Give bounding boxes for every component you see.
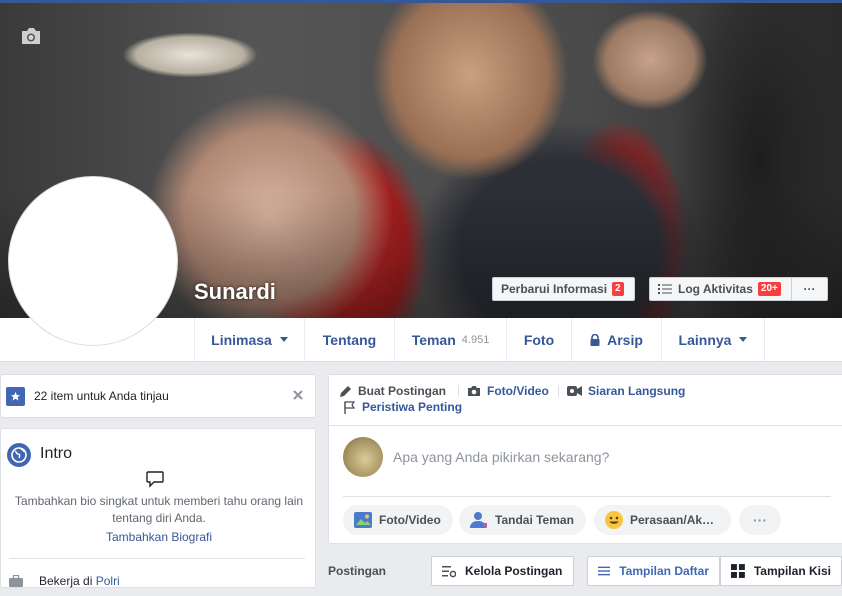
photo-video-tab-label: Foto/Video [487,384,549,398]
profile-avatar[interactable] [8,176,178,346]
tab-more-label: Lainnya [678,331,732,348]
star-icon [6,386,25,406]
tab-archive[interactable]: Arsip [571,318,661,361]
briefcase-icon [9,575,23,587]
divider [343,496,831,497]
tag-friends-label: Tandai Teman [495,513,574,527]
speech-bubble-icon [146,471,164,488]
create-post-tab[interactable]: Buat Postingan [339,384,446,398]
tab-archive-label: Arsip [607,331,643,348]
grid-view-icon [731,564,745,578]
feeling-activity-button[interactable]: Perasaan/Ak… [594,505,731,535]
life-event-label: Peristiwa Penting [362,400,463,414]
more-options-button[interactable]: ··· [791,277,828,301]
photo-video-label: Foto/Video [379,513,441,527]
life-event-tab[interactable]: Peristiwa Penting [343,400,462,414]
update-info-button[interactable]: Perbarui Informasi 2 [492,277,635,301]
photo-video-tab[interactable]: Foto/Video [467,384,549,398]
image-icon [354,512,372,528]
list-icon [658,284,672,294]
profile-name[interactable]: Sunardi [194,279,276,305]
photo-video-button[interactable]: Foto/Video [343,505,453,535]
activity-log-badge: 20+ [757,282,781,296]
review-items-card[interactable]: 22 item untuk Anda tinjau [0,374,316,418]
manage-posts-label: Kelola Postingan [465,564,563,578]
manage-icon [442,565,456,577]
tab-more[interactable]: Lainnya [661,318,765,361]
lock-icon [590,333,600,346]
tab-friends[interactable]: Teman 4.951 [394,318,506,361]
list-view-button[interactable]: Tampilan Daftar [587,556,720,586]
activity-log-button[interactable]: Log Aktivitas 20+ [649,277,792,301]
posts-section-label: Postingan [328,564,387,578]
more-composer-options-button[interactable]: ··· [739,505,781,535]
tab-about-label: Tentang [322,331,377,348]
tab-timeline-label: Linimasa [211,331,272,348]
user-avatar[interactable] [343,437,383,477]
update-info-label: Perbarui Informasi [501,282,608,296]
flag-icon [344,400,356,414]
chevron-down-icon [739,337,748,342]
list-view-icon [598,566,611,576]
close-icon[interactable] [292,389,304,401]
camera-icon[interactable] [20,27,42,45]
chevron-down-icon [279,337,288,342]
list-view-label: Tampilan Daftar [619,564,709,578]
posts-toolbar: Postingan Kelola Postingan Tampilan Daft… [328,556,842,596]
intro-title: Intro [40,445,73,462]
manage-posts-button[interactable]: Kelola Postingan [431,556,574,586]
tab-photos-label: Foto [523,331,555,348]
review-items-text: 22 item untuk Anda tinjau [34,389,169,403]
work-info: Bekerja di Polri [9,574,120,588]
live-video-label: Siaran Langsung [588,384,686,398]
grid-view-label: Tampilan Kisi [753,564,831,578]
work-place-link[interactable]: Polri [96,574,120,588]
tag-friends-icon [470,512,487,528]
post-composer: Buat Postingan Foto/Video Siaran Langsun… [328,374,842,544]
tab-photos[interactable]: Foto [506,318,571,361]
update-info-badge: 2 [612,282,624,296]
globe-icon [7,443,31,467]
pencil-icon [340,385,351,397]
grid-view-button[interactable]: Tampilan Kisi [720,556,842,586]
divider [9,558,305,559]
camera-icon [468,386,480,396]
tab-timeline[interactable]: Linimasa [194,318,304,361]
status-input[interactable]: Apa yang Anda pikirkan sekarang? [393,449,609,465]
work-prefix: Bekerja di [39,574,93,588]
add-bio-link[interactable]: Tambahkan Biografi [1,530,317,544]
composer-tabs: Buat Postingan Foto/Video Siaran Langsun… [329,375,842,426]
intro-description: Tambahkan bio singkat untuk memberi tahu… [1,493,317,527]
activity-log-label: Log Aktivitas [678,282,753,296]
tab-friends-label: Teman [411,331,456,348]
tag-friends-button[interactable]: Tandai Teman [459,505,586,535]
intro-card: Intro Tambahkan bio singkat untuk member… [0,428,316,588]
friends-count: 4.951 [461,333,490,346]
live-video-tab[interactable]: Siaran Langsung [567,384,685,398]
intro-description-text: Tambahkan bio singkat untuk memberi tahu… [14,494,304,525]
feeling-activity-label: Perasaan/Ak… [630,513,715,527]
smiley-icon [605,511,623,529]
create-post-label: Buat Postingan [358,384,447,398]
tab-about[interactable]: Tentang [304,318,394,361]
video-camera-icon [567,386,582,396]
